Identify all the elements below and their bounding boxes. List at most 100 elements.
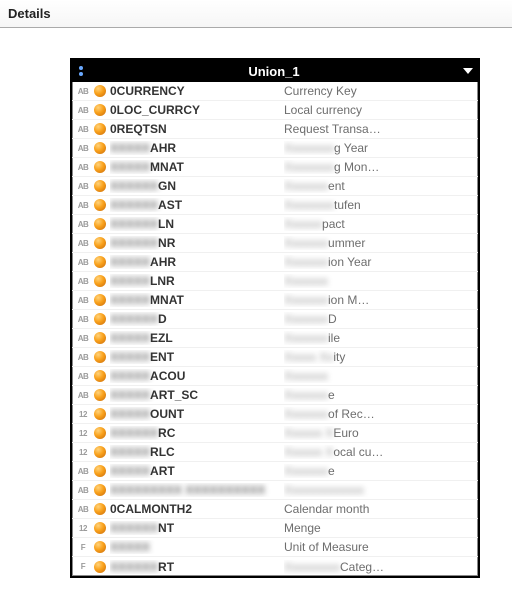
column-name: XXXXXXRC: [110, 426, 280, 440]
column-name: 0REQTSN: [110, 122, 280, 136]
column-icon: [94, 237, 106, 249]
column-name: XXXXXXLN: [110, 217, 280, 231]
column-row[interactable]: ABXXXXXMNATXxxxxxxxg Mon…: [72, 158, 478, 177]
column-name: XXXXXXAST: [110, 198, 280, 212]
type-badge: AB: [76, 144, 90, 153]
type-badge: AB: [76, 505, 90, 514]
column-row[interactable]: 12XXXXXXNTMenge: [72, 519, 478, 538]
column-description: Xxxxxxxile: [284, 331, 474, 345]
column-description: Xxxxxxx: [284, 274, 474, 288]
type-badge: F: [76, 543, 90, 552]
column-row[interactable]: ABXXXXXXGNXxxxxxxent: [72, 177, 478, 196]
type-badge: AB: [76, 220, 90, 229]
column-name: XXXXXXXXX XXXXXXXXXX: [110, 483, 280, 497]
column-name: XXXXXART_SC: [110, 388, 280, 402]
table-titlebar[interactable]: Union_1: [72, 60, 478, 82]
column-name: XXXXXART: [110, 464, 280, 478]
column-description: Xxxxxxxe: [284, 388, 474, 402]
column-name: XXXXXLNR: [110, 274, 280, 288]
column-row[interactable]: AB0CURRENCYCurrency Key: [72, 82, 478, 101]
column-description: Xxxxxxxof Rec…: [284, 407, 474, 421]
column-description: Unit of Measure: [284, 540, 474, 554]
column-name: XXXXXRLC: [110, 445, 280, 459]
column-name: XXXXXMNAT: [110, 160, 280, 174]
column-row[interactable]: F XXXXX Unit of Measure: [72, 538, 478, 557]
column-name: 0LOC_CURRCY: [110, 103, 280, 117]
column-row[interactable]: ABXXXXXENTXxxxx Xxity: [72, 348, 478, 367]
column-icon: [94, 332, 106, 344]
column-name: 0CALMONTH2: [110, 502, 280, 516]
column-description: Xxxxxxxion M…: [284, 293, 474, 307]
column-row[interactable]: AB 0CALMONTH2 Calendar month: [72, 500, 478, 519]
column-description: Currency Key: [284, 84, 474, 98]
column-icon: [94, 561, 106, 573]
type-badge: AB: [76, 182, 90, 191]
column-row[interactable]: ABXXXXXXXXX XXXXXXXXXXXxxxxxxxxxxxx: [72, 481, 478, 500]
column-icon: [94, 427, 106, 439]
column-row[interactable]: ABXXXXXEZLXxxxxxxile: [72, 329, 478, 348]
column-description: Xxxxxxxxg Year: [284, 141, 474, 155]
column-name: XXXXXACOU: [110, 369, 280, 383]
type-badge: AB: [76, 125, 90, 134]
column-row[interactable]: 12XXXXXXRCXxxxxx XEuro: [72, 424, 478, 443]
type-badge: AB: [76, 258, 90, 267]
column-row[interactable]: ABXXXXXMNATXxxxxxxion M…: [72, 291, 478, 310]
column-description: Xxxxx Xxity: [284, 350, 474, 364]
type-badge: AB: [76, 315, 90, 324]
column-icon: [94, 484, 106, 496]
column-description: Request Transa…: [284, 122, 474, 136]
type-badge: AB: [76, 391, 90, 400]
column-name: XXXXX: [110, 540, 280, 554]
column-icon: [94, 370, 106, 382]
column-row[interactable]: FXXXXXXRTXxxxxxxxxCateg…: [72, 557, 478, 576]
column-name: XXXXXAHR: [110, 141, 280, 155]
column-icon: [94, 522, 106, 534]
column-row[interactable]: AB 0REQTSN Request Transa…: [72, 120, 478, 139]
column-icon: [94, 294, 106, 306]
dropdown-menu-button[interactable]: [458, 60, 478, 82]
column-row[interactable]: ABXXXXXXDXxxxxxxD: [72, 310, 478, 329]
column-description: Menge: [284, 521, 474, 535]
column-row[interactable]: AB XXXXXAHR Xxxxxxxxg Year: [72, 139, 478, 158]
column-name: XXXXXMNAT: [110, 293, 280, 307]
column-description: Xxxxxxxummer: [284, 236, 474, 250]
column-name: 0CURRENCY: [110, 84, 280, 98]
column-description: Xxxxxxxion Year: [284, 255, 474, 269]
column-row[interactable]: 12XXXXXOUNTXxxxxxxof Rec…: [72, 405, 478, 424]
type-badge: AB: [76, 372, 90, 381]
details-panel: Details Union_1 AB0CURRENCYCurrency KeyA…: [0, 0, 512, 598]
column-description: Calendar month: [284, 502, 474, 516]
union-table[interactable]: Union_1 AB 0CURRENCY Currency Key AB 0LOC_CU…: [70, 58, 480, 578]
column-description: Xxxxxxpact: [284, 217, 474, 231]
column-description: Xxxxxx XEuro: [284, 426, 474, 440]
column-row[interactable]: AB0LOC_CURRCYLocal currency: [72, 101, 478, 120]
column-row[interactable]: ABXXXXXXNRXxxxxxxummer: [72, 234, 478, 253]
type-badge: AB: [76, 467, 90, 476]
column-row[interactable]: ABXXXXXARTXxxxxxxe: [72, 462, 478, 481]
column-icon: [94, 256, 106, 268]
column-row[interactable]: ABXXXXXLNRXxxxxxx: [72, 272, 478, 291]
column-icon: [94, 104, 106, 116]
column-row[interactable]: 12 XXXXXRLC Xxxxxx Xocal cu…: [72, 443, 478, 462]
column-icon: [94, 275, 106, 287]
column-row[interactable]: ABXXXXXXASTXxxxxxxxtufen: [72, 196, 478, 215]
column-description: Local currency: [284, 103, 474, 117]
type-badge: AB: [76, 353, 90, 362]
drag-handle-icon[interactable]: [72, 60, 90, 82]
content-area: Union_1 AB 0CURRENCY Currency Key AB 0LOC_CU…: [0, 28, 512, 598]
column-icon: [94, 503, 106, 515]
column-row[interactable]: ABXXXXXAHRXxxxxxxion Year: [72, 253, 478, 272]
type-badge: 12: [76, 410, 90, 419]
type-badge: AB: [76, 201, 90, 210]
column-row[interactable]: AB XXXXXART_SC Xxxxxxxe: [72, 386, 478, 405]
column-name: XXXXXXRT: [110, 560, 280, 574]
column-row[interactable]: ABXXXXXACOUXxxxxxx: [72, 367, 478, 386]
column-description: Xxxxxxxxxxxxx: [284, 483, 474, 497]
type-badge: 12: [76, 524, 90, 533]
column-description: Xxxxxx Xocal cu…: [284, 445, 474, 459]
column-row[interactable]: AB XXXXXXLN Xxxxxxpact: [72, 215, 478, 234]
column-description: Xxxxxxxent: [284, 179, 474, 193]
type-badge: AB: [76, 163, 90, 172]
type-badge: 12: [76, 448, 90, 457]
column-icon: [94, 123, 106, 135]
